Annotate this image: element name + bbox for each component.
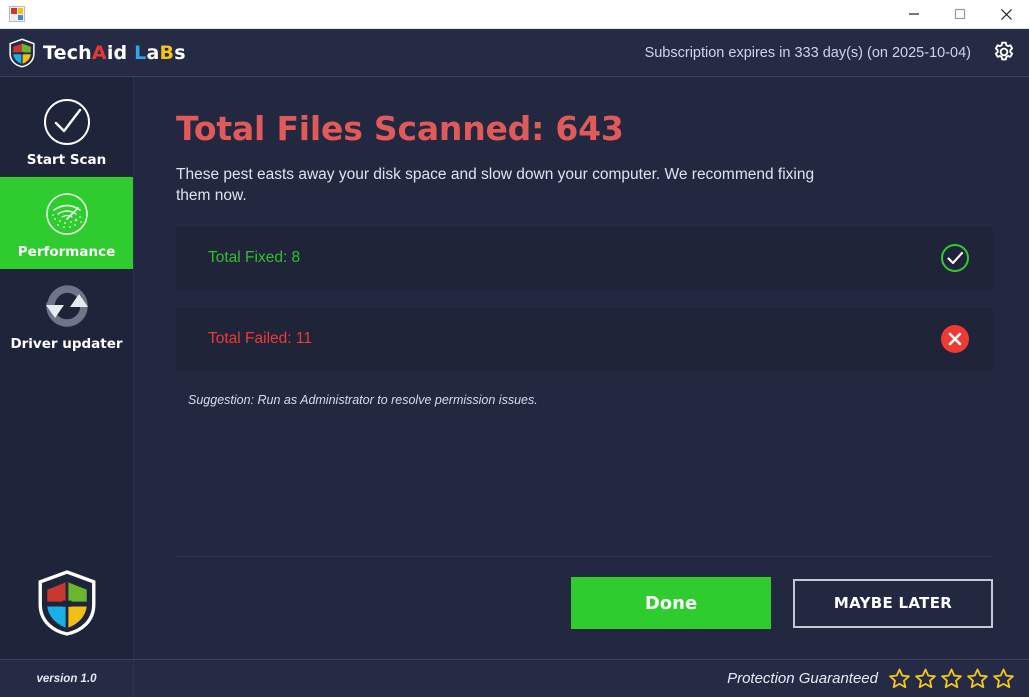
result-row-fixed: Total Fixed: 8	[176, 226, 993, 290]
sidebar-item-driver-updater[interactable]: Driver updater	[0, 269, 133, 361]
maybe-later-button[interactable]: MAYBE LATER	[793, 578, 993, 628]
shield-logo-icon	[38, 570, 95, 636]
app-header: TechAid LaBs Subscription expires in 333…	[0, 29, 1029, 77]
sidebar-item-start-scan[interactable]: Start Scan	[0, 85, 133, 177]
window-titlebar	[0, 0, 1029, 29]
brand-wordmark: TechAid LaBs	[43, 42, 186, 64]
star-outline-icon	[993, 668, 1014, 689]
brand-logo: TechAid LaBs	[0, 37, 186, 68]
app-body: Start Scan Performance Driver updater To…	[0, 77, 1029, 659]
footer-version-area: version 1.0	[0, 660, 134, 697]
star-outline-icon	[915, 668, 936, 689]
brand-text-a: A	[91, 41, 107, 64]
action-buttons: Done MAYBE LATER	[176, 557, 993, 659]
star-rating	[888, 667, 1015, 690]
result-row-failed: Total Failed: 11	[176, 307, 993, 371]
brand-text-tech: Tech	[43, 41, 92, 64]
gear-icon	[994, 41, 1014, 60]
brand-text-a2: a	[146, 41, 160, 64]
version-label: version 1.0	[36, 672, 97, 685]
app-tiles-icon	[9, 6, 25, 22]
sidebar-item-label: Performance	[17, 243, 116, 260]
sidebar-nav: Start Scan Performance Driver updater	[0, 77, 133, 361]
sidebar-item-performance[interactable]: Performance	[0, 177, 133, 269]
check-circle-icon	[39, 95, 95, 149]
minimize-button[interactable]	[891, 0, 937, 29]
total-fixed-label: Total Fixed: 8	[208, 249, 301, 267]
guarantee-label: Protection Guaranteed	[727, 670, 878, 687]
sidebar-logo	[0, 569, 133, 659]
shield-logo-icon	[9, 37, 35, 68]
sidebar: Start Scan Performance Driver updater	[0, 77, 134, 659]
done-button[interactable]: Done	[571, 577, 771, 629]
settings-button[interactable]	[987, 29, 1029, 77]
results-list: Total Fixed: 8 Total Failed: 11	[176, 226, 993, 389]
subscription-status: Subscription expires in 333 day(s) (on 2…	[644, 44, 971, 61]
sidebar-item-label: Driver updater	[10, 335, 123, 352]
main-content: Total Files Scanned: 643 These pest east…	[134, 77, 1029, 659]
application-window: TechAid LaBs Subscription expires in 333…	[0, 0, 1029, 697]
star-outline-icon	[941, 668, 962, 689]
close-button[interactable]	[983, 0, 1029, 29]
x-circle-filled-icon	[939, 323, 971, 355]
gauge-radar-icon	[41, 187, 93, 241]
page-subtitle: These pest easts away your disk space an…	[176, 166, 815, 205]
brand-text-b: B	[159, 41, 175, 64]
check-circle-outline-icon	[939, 242, 971, 274]
sidebar-item-label: Start Scan	[26, 151, 107, 168]
maximize-button[interactable]	[937, 0, 983, 29]
total-failed-label: Total Failed: 11	[208, 330, 312, 348]
protection-guarantee: Protection Guaranteed	[727, 667, 1029, 690]
brand-text-s: s	[174, 41, 186, 64]
suggestion-text: Suggestion: Run as Administrator to reso…	[188, 392, 538, 407]
refresh-sync-icon	[41, 279, 93, 333]
star-outline-icon	[967, 668, 988, 689]
app-footer: version 1.0 Protection Guaranteed	[0, 659, 1029, 697]
brand-text-l: L	[134, 41, 147, 64]
star-outline-icon	[889, 668, 910, 689]
page-title: Total Files Scanned: 643	[176, 109, 624, 148]
main-spacer	[176, 407, 993, 556]
brand-text-id: id	[106, 41, 135, 64]
